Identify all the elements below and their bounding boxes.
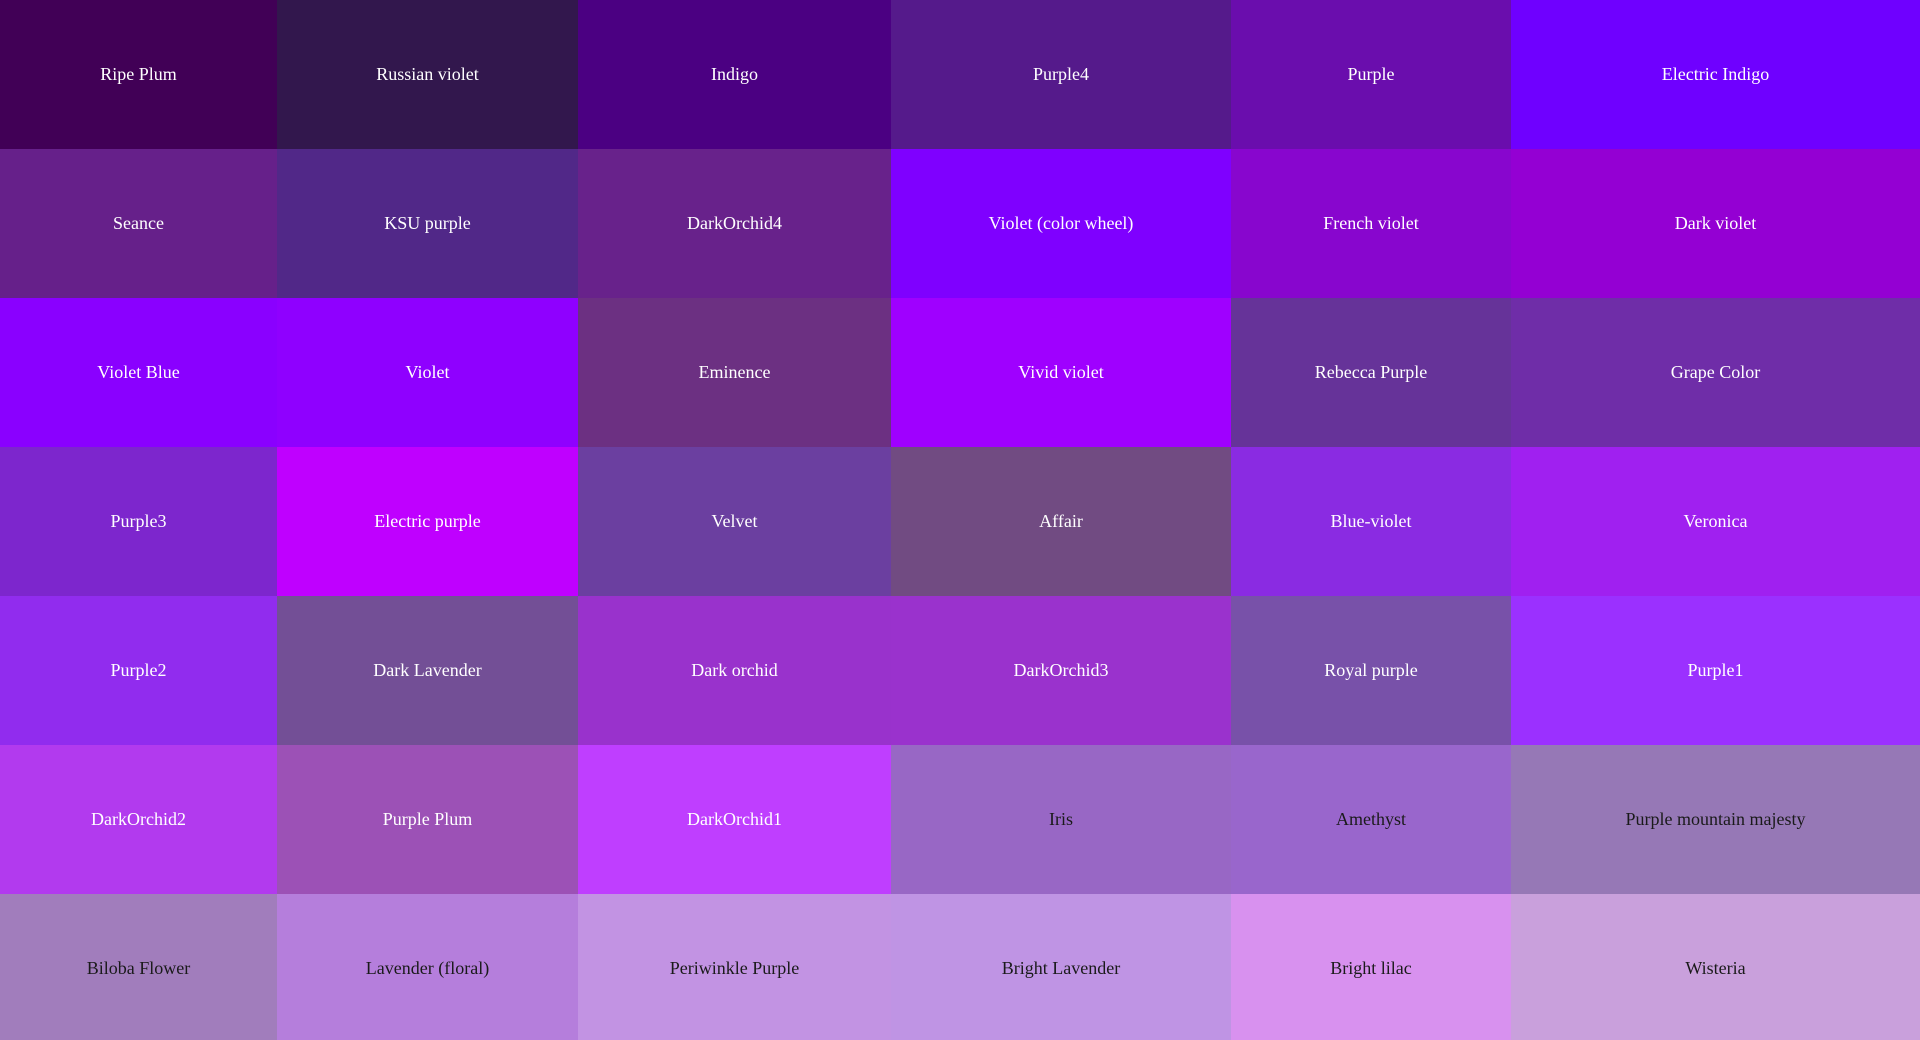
color-swatch[interactable]: Purple (1231, 0, 1511, 149)
color-swatch[interactable]: Ripe Plum (0, 0, 277, 149)
color-swatch[interactable]: Vivid violet (891, 298, 1231, 447)
color-swatch[interactable]: Seance (0, 149, 277, 298)
color-swatch-label: Wisteria (1685, 958, 1746, 978)
color-swatch-label: Violet Blue (97, 362, 180, 382)
color-swatch[interactable]: Dark Lavender (277, 596, 578, 745)
color-swatch[interactable]: Indigo (578, 0, 891, 149)
color-swatch[interactable]: Purple1 (1511, 596, 1920, 745)
color-swatch-label: DarkOrchid4 (687, 213, 782, 233)
color-swatch-label: Velvet (711, 511, 758, 531)
color-swatch[interactable]: Purple Plum (277, 745, 578, 894)
color-swatch-label: Purple (1347, 64, 1395, 84)
color-swatch[interactable]: Purple2 (0, 596, 277, 745)
color-swatch[interactable]: DarkOrchid2 (0, 745, 277, 894)
color-swatch[interactable]: Wisteria (1511, 894, 1920, 1040)
color-swatch-label: KSU purple (384, 213, 471, 233)
color-swatch-label: Dark violet (1674, 213, 1757, 233)
color-swatch[interactable]: Dark violet (1511, 149, 1920, 298)
color-swatch-label: French violet (1323, 213, 1419, 233)
color-swatch[interactable]: Bright Lavender (891, 894, 1231, 1040)
color-swatch[interactable]: DarkOrchid3 (891, 596, 1231, 745)
color-swatch[interactable]: KSU purple (277, 149, 578, 298)
color-swatch[interactable]: Violet Blue (0, 298, 277, 447)
color-swatch[interactable]: Electric purple (277, 447, 578, 596)
color-swatch-label: Vivid violet (1018, 362, 1104, 382)
color-swatch[interactable]: Dark orchid (578, 596, 891, 745)
color-swatch-label: Royal purple (1324, 660, 1418, 680)
color-swatch[interactable]: Biloba Flower (0, 894, 277, 1040)
color-swatch[interactable]: Lavender (floral) (277, 894, 578, 1040)
color-swatch-grid: Ripe Plum Russian violet Indigo Purple4 Purp… (0, 0, 1920, 1040)
color-swatch-label: Bright Lavender (1001, 958, 1121, 978)
color-swatch-label: Lavender (floral) (365, 958, 490, 978)
color-swatch-label: Indigo (711, 64, 758, 84)
color-swatch-label: Bright lilac (1330, 958, 1412, 978)
color-swatch-label: DarkOrchid3 (1013, 660, 1109, 680)
color-swatch-label: Ripe Plum (100, 64, 177, 84)
color-swatch[interactable]: Iris (891, 745, 1231, 894)
color-swatch[interactable]: Periwinkle Purple (578, 894, 891, 1040)
color-swatch[interactable]: Violet (277, 298, 578, 447)
color-swatch-label: Electric purple (374, 511, 481, 531)
color-swatch[interactable]: Russian violet (277, 0, 578, 149)
color-swatch-label: Dark orchid (691, 660, 778, 680)
color-swatch[interactable]: Violet (color wheel) (891, 149, 1231, 298)
color-swatch-label: Rebecca Purple (1314, 362, 1428, 382)
color-swatch[interactable]: Veronica (1511, 447, 1920, 596)
color-swatch-label: Eminence (698, 362, 771, 382)
color-swatch[interactable]: Purple mountain majesty (1511, 745, 1920, 894)
color-swatch-label: Russian violet (376, 64, 479, 84)
color-swatch-label: Violet (color wheel) (988, 213, 1134, 233)
color-swatch-label: Affair (1039, 511, 1083, 531)
color-swatch-label: Purple1 (1687, 660, 1744, 680)
color-swatch-label: Biloba Flower (86, 958, 191, 978)
color-swatch[interactable]: DarkOrchid4 (578, 149, 891, 298)
color-swatch[interactable]: Bright lilac (1231, 894, 1511, 1040)
color-swatch[interactable]: French violet (1231, 149, 1511, 298)
color-swatch-label: Iris (1049, 809, 1073, 829)
color-swatch-label: Seance (113, 213, 164, 233)
color-swatch[interactable]: DarkOrchid1 (578, 745, 891, 894)
color-swatch-label: Periwinkle Purple (669, 958, 800, 978)
color-swatch[interactable]: Affair (891, 447, 1231, 596)
color-swatch-label: Veronica (1683, 511, 1748, 531)
color-swatch[interactable]: Royal purple (1231, 596, 1511, 745)
color-swatch-label: Grape Color (1670, 362, 1761, 382)
color-swatch[interactable]: Electric Indigo (1511, 0, 1920, 149)
color-swatch[interactable]: Blue-violet (1231, 447, 1511, 596)
color-swatch-label: Purple mountain majesty (1625, 809, 1806, 829)
color-swatch-label: Dark Lavender (373, 660, 482, 680)
color-swatch[interactable]: Purple3 (0, 447, 277, 596)
color-swatch-label: Purple4 (1033, 64, 1089, 84)
color-swatch-label: Electric Indigo (1661, 64, 1770, 84)
color-swatch-label: Violet (405, 362, 450, 382)
color-swatch[interactable]: Velvet (578, 447, 891, 596)
color-swatch-label: Blue-violet (1330, 511, 1412, 531)
color-swatch[interactable]: Grape Color (1511, 298, 1920, 447)
color-swatch-label: Purple2 (110, 660, 167, 680)
color-swatch[interactable]: Amethyst (1231, 745, 1511, 894)
color-swatch[interactable]: Eminence (578, 298, 891, 447)
color-swatch-label: Amethyst (1336, 809, 1406, 829)
color-swatch-label: DarkOrchid2 (91, 809, 186, 829)
color-swatch[interactable]: Purple4 (891, 0, 1231, 149)
color-swatch-label: Purple3 (110, 511, 167, 531)
color-swatch[interactable]: Rebecca Purple (1231, 298, 1511, 447)
color-swatch-label: DarkOrchid1 (687, 809, 782, 829)
color-swatch-label: Purple Plum (382, 809, 473, 829)
